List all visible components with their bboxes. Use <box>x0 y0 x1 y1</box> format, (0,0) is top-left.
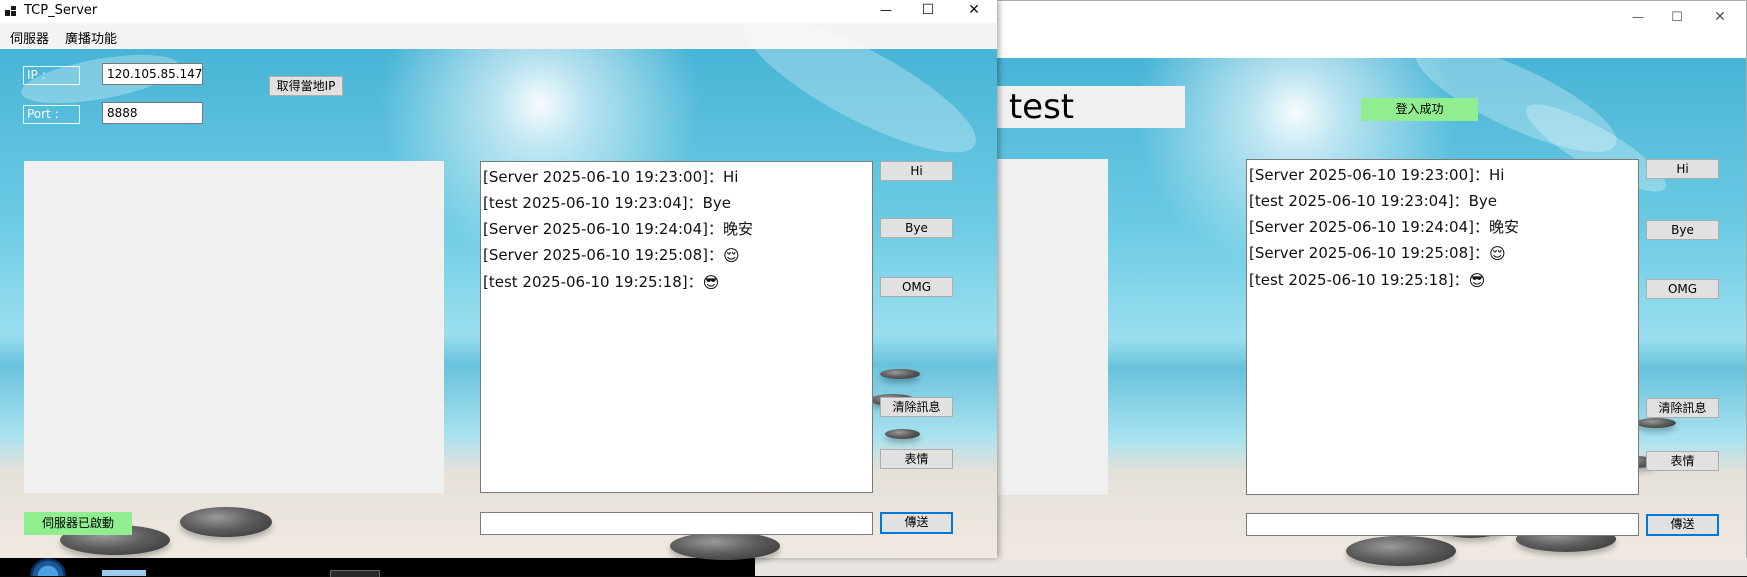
chat-message: [test 2025-06-10 19:25:18]：😎 <box>1249 267 1636 294</box>
emoji-button[interactable]: 表情 <box>880 449 953 469</box>
chat-message-text: [test 2025-06-10 19:23:04]：Bye <box>1249 192 1497 210</box>
taskbar-window-thumbnail[interactable] <box>102 570 146 576</box>
chat-message-text: [test 2025-06-10 19:23:04]：Bye <box>483 194 731 212</box>
chat-message-text: [Server 2025-06-10 19:25:08]： <box>1249 244 1489 262</box>
message-input[interactable] <box>480 512 873 535</box>
client-bye-button[interactable]: Bye <box>1646 220 1719 240</box>
clear-messages-button[interactable]: 清除訊息 <box>880 397 953 417</box>
ip-label: IP : <box>23 66 80 85</box>
chat-message: [test 2025-06-10 19:23:04]：Bye <box>1249 188 1636 214</box>
chat-message: [Server 2025-06-10 19:24:04]：晚安 <box>483 216 870 242</box>
chat-message-text: [Server 2025-06-10 19:24:04]：晚安 <box>1249 218 1519 236</box>
get-local-ip-button[interactable]: 取得當地IP <box>269 76 343 96</box>
desktop-background <box>755 558 1747 576</box>
client-send-button[interactable]: 傳送 <box>1646 514 1719 536</box>
chat-message-text: [Server 2025-06-10 19:23:00]：Hi <box>1249 166 1505 184</box>
chat-message: [Server 2025-06-10 19:25:08]：😌 <box>483 242 870 269</box>
client-message-input[interactable] <box>1246 513 1639 536</box>
chat-message: [Server 2025-06-10 19:25:08]：😌 <box>1249 240 1636 267</box>
server-titlebar <box>0 0 997 23</box>
chat-message: [Server 2025-06-10 19:24:04]：晚安 <box>1249 214 1636 240</box>
client-emoji-button[interactable]: 表情 <box>1646 451 1719 471</box>
chat-message: [test 2025-06-10 19:23:04]：Bye <box>483 190 870 216</box>
app-icon <box>5 6 16 16</box>
close-button[interactable]: ✕ <box>954 0 994 23</box>
port-label: Port : <box>23 105 80 124</box>
chat-message-text: [test 2025-06-10 19:25:18]： <box>1249 271 1469 289</box>
client-maximize-button[interactable]: ☐ <box>1657 7 1697 30</box>
client-hi-button[interactable]: Hi <box>1646 159 1719 179</box>
chat-message-text: [Server 2025-06-10 19:25:08]： <box>483 246 723 264</box>
client-minimize-button[interactable]: — <box>1618 7 1658 30</box>
client-omg-button[interactable]: OMG <box>1646 279 1719 299</box>
chat-emoji-icon: 😌 <box>1488 244 1506 263</box>
chat-emoji-icon: 😌 <box>722 246 740 265</box>
chat-message: [Server 2025-06-10 19:23:00]：Hi <box>1249 162 1636 188</box>
chat-message: [Server 2025-06-10 19:23:00]：Hi <box>483 164 870 190</box>
port-input[interactable]: 8888 <box>102 102 203 124</box>
client-chat-history[interactable]: [Server 2025-06-10 19:23:00]：Hi [test 202… <box>1246 159 1639 495</box>
chat-message-text: [Server 2025-06-10 19:24:04]：晚安 <box>483 220 753 238</box>
maximize-button[interactable]: ☐ <box>908 0 948 23</box>
chat-emoji-icon: 😎 <box>702 273 720 292</box>
chat-emoji-icon: 😎 <box>1468 271 1486 290</box>
omg-button[interactable]: OMG <box>880 277 953 297</box>
chat-message: [test 2025-06-10 19:25:18]：😎 <box>483 269 870 296</box>
minimize-button[interactable]: — <box>866 0 906 23</box>
client-login-status: 登入成功 <box>1361 98 1478 121</box>
menu-broadcast[interactable]: 廣播功能 <box>65 28 117 47</box>
client-list-panel <box>24 161 444 493</box>
chat-message-text: [test 2025-06-10 19:25:18]： <box>483 273 703 291</box>
ip-input[interactable]: 120.105.85.147 <box>102 63 203 85</box>
client-close-button[interactable]: ✕ <box>1700 7 1740 30</box>
client-clear-messages-button[interactable]: 清除訊息 <box>1646 398 1719 418</box>
menu-server[interactable]: 伺服器 <box>10 28 49 47</box>
chat-message-text: [Server 2025-06-10 19:23:00]：Hi <box>483 168 739 186</box>
server-status-label: 伺服器已啟動 <box>24 512 132 535</box>
hi-button[interactable]: Hi <box>880 161 953 181</box>
send-button[interactable]: 傳送 <box>880 512 953 534</box>
server-chat-history[interactable]: [Server 2025-06-10 19:23:00]：Hi [test 202… <box>480 161 873 493</box>
bye-button[interactable]: Bye <box>880 218 953 238</box>
server-window: TCP_Server — ☐ ✕ 伺服器 廣播功能 IP : 120.105.8… <box>0 0 997 560</box>
window-title: TCP_Server <box>24 3 98 18</box>
